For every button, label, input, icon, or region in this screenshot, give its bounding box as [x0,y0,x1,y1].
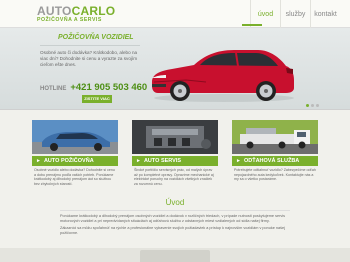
card-title-bar: ► ODŤAHOVÁ SLUŽBA [232,156,318,166]
card-image-car-rental [32,120,118,154]
hotline-phone[interactable]: +421 905 503 460 [70,82,147,93]
logo-word-carlo: CARLO [71,4,116,18]
card-title-bar: ► AUTO SERVIS [132,156,218,166]
slider-dot[interactable] [306,104,309,107]
nav-item-kontakt[interactable]: kontakt [310,0,340,28]
card-title: AUTO POŽIČOVŇA [43,158,94,164]
hero-text: Osobné auto či dodávka? Krátkodobo, aleb… [40,50,138,67]
card-text: Široké portfólio servisných prác, od mal… [134,168,214,186]
card-auto-pozicovna[interactable]: ► AUTO POŽIČOVŇA Osobné vozidlo alebo do… [32,120,118,188]
card-text: Osobné vozidlo alebo dodávka? Dohodnite … [34,168,115,186]
play-arrow-icon: ► [36,158,41,164]
services-cards: ► AUTO POŽIČOVŇA Osobné vozidlo alebo do… [32,120,318,188]
intro-title: Úvod [165,198,185,207]
footer-strip [0,248,350,262]
main-nav: úvod služby kontakt [250,0,340,28]
play-arrow-icon: ► [136,158,141,164]
learn-more-button[interactable]: ZISTITE VIAC [82,95,112,103]
intro-paragraph-1: Ponúkame krátkodobý a dlhodobý prenájom … [60,214,285,223]
intro-text: Ponúkame krátkodobý a dlhodobý prenájom … [60,214,292,236]
card-image-tow-truck [232,120,318,154]
nav-item-sluzby[interactable]: služby [280,0,310,28]
hero-divider [40,45,140,46]
hero-title: POŽIČOVŇA VOZIDIEL [58,34,134,41]
card-title: ODŤAHOVÁ SLUŽBA [243,158,300,164]
hotline-label: HOTLINE [40,86,67,92]
footer-tab [140,250,210,262]
slider-dot[interactable] [316,104,319,107]
card-image-engine [132,120,218,154]
hero-slider: POŽIČOVŇA VOZIDIEL Osobné auto či dodávk… [0,28,350,110]
intro-divider [60,210,290,211]
hotline: HOTLINE +421 905 503 460 [40,82,147,93]
intro-paragraph-2: Zákazníci sa môžu spoľahnúť na rýchle a … [60,226,285,235]
card-odtahova-sluzba[interactable]: ► ODŤAHOVÁ SLUŽBA Potrebujete odtiahnuť … [232,120,318,188]
slider-dots [304,104,319,107]
logo-wordmark: AUTOCARLO [37,5,115,17]
logo-word-auto: AUTO [37,4,72,18]
card-title-bar: ► AUTO POŽIČOVŇA [32,156,118,166]
card-title: AUTO SERVIS [143,158,182,164]
site-header: AUTOCARLO POŽIČOVŇA A SERVIS úvod služby… [0,0,350,28]
nav-active-indicator [242,24,262,26]
card-text: Potrebujete odtiahnuť vozidlo? Zabezpečí… [234,168,316,182]
logo[interactable]: AUTOCARLO POŽIČOVŇA A SERVIS [37,5,115,23]
card-auto-servis[interactable]: ► AUTO SERVIS Široké portfólio servisnýc… [132,120,218,188]
logo-tagline: POŽIČOVŇA A SERVIS [37,17,102,23]
slider-dot[interactable] [311,104,314,107]
car-image [152,50,294,102]
play-arrow-icon: ► [236,158,241,164]
